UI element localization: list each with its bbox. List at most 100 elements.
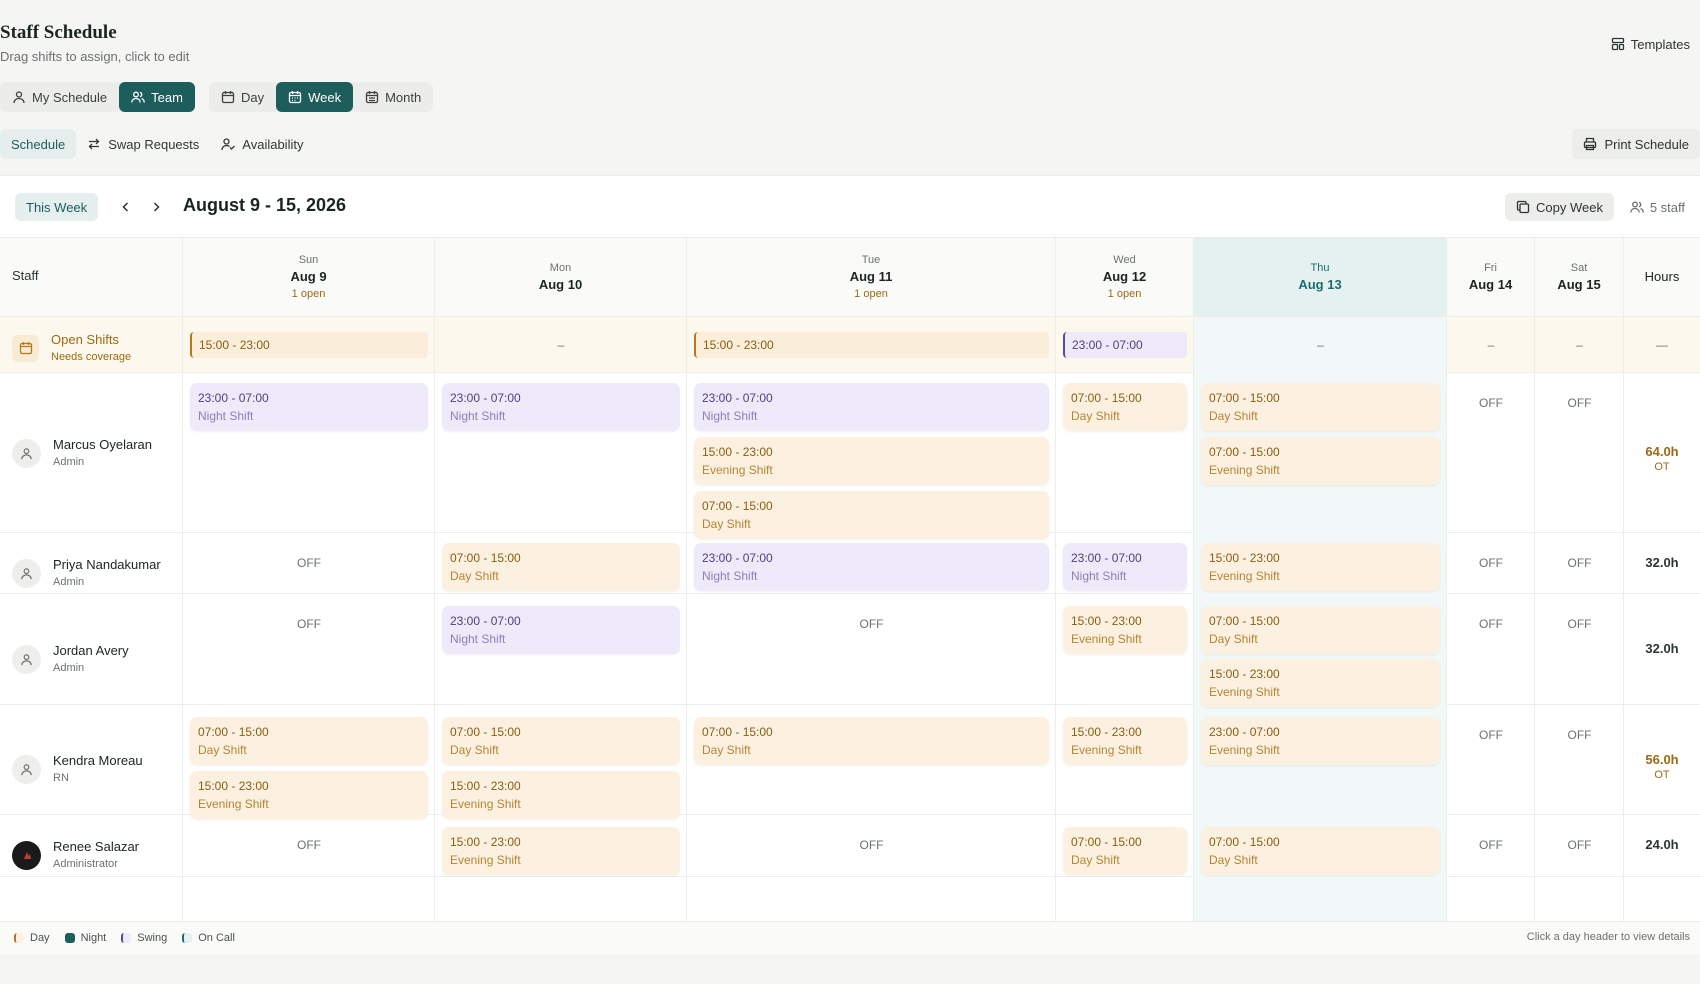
staff-role: Admin	[53, 456, 85, 468]
shift-block[interactable]: 07:00 - 15:00 Day Shift	[442, 717, 680, 765]
tab-swap-requests[interactable]: Swap Requests	[76, 129, 210, 159]
shift-label: Day Shift	[1209, 853, 1258, 867]
day-date: Aug 11	[849, 269, 893, 284]
shift-block[interactable]: 07:00 - 15:00 Day Shift	[694, 717, 1049, 765]
prev-week-button[interactable]	[115, 196, 137, 218]
day-date: Aug 13	[1298, 277, 1342, 292]
staff-member-priya[interactable]: Priya Nandakumar Admin	[12, 556, 161, 590]
day-header-mon[interactable]: Mon Aug 10	[435, 238, 686, 317]
tab-availability[interactable]: Availability	[210, 129, 314, 159]
print-schedule-button[interactable]: Print Schedule	[1572, 129, 1700, 159]
shift-block[interactable]: 15:00 - 23:00 Evening Shift	[1063, 717, 1187, 765]
staff-member-renee[interactable]: Renee Salazar Administrator	[12, 838, 139, 872]
staff-member-jordan[interactable]: Jordan Avery Admin	[12, 642, 129, 676]
open-shift-block[interactable]: 23:00 - 07:00	[1063, 332, 1187, 358]
shift-time: 23:00 - 07:00	[1209, 725, 1280, 739]
open-count: 1 open	[854, 288, 888, 300]
tab-schedule[interactable]: Schedule	[0, 129, 77, 159]
shift-label: Evening Shift	[1209, 743, 1280, 757]
swap-icon	[88, 138, 100, 150]
shift-block[interactable]: 07:00 - 15:00 Day Shift	[1201, 606, 1440, 654]
avatar-icon	[12, 644, 41, 674]
shift-block[interactable]: 23:00 - 07:00 Night Shift	[442, 606, 680, 654]
day-header-sun[interactable]: Sun Aug 9 1 open	[183, 238, 434, 317]
shift-label: Day Shift	[1209, 632, 1258, 646]
shift-time: 07:00 - 15:00	[1209, 445, 1280, 459]
shift-block[interactable]: 23:00 - 07:00 Evening Shift	[1201, 717, 1440, 765]
copy-week-button[interactable]: Copy Week	[1505, 193, 1614, 221]
day-name: Wed	[1113, 254, 1136, 266]
staff-name: Renee Salazar	[53, 839, 139, 854]
hours-value: 56.0h	[1645, 752, 1679, 767]
shift-time: 23:00 - 07:00	[1071, 551, 1142, 565]
shift-block[interactable]: 23:00 - 07:00 Night Shift	[694, 543, 1049, 591]
shift-block[interactable]: 15:00 - 23:00 Evening Shift	[694, 437, 1049, 485]
shift-time: 07:00 - 15:00	[450, 725, 521, 739]
shift-block[interactable]: 15:00 - 23:00 Evening Shift	[442, 771, 680, 819]
shift-time: 07:00 - 15:00	[1071, 391, 1142, 405]
shift-block[interactable]: 07:00 - 15:00 Evening Shift	[1201, 437, 1440, 485]
off-label: OFF	[1567, 728, 1592, 742]
open-shifts-subtitle: Needs coverage	[51, 351, 132, 363]
week-view-button[interactable]: Week	[276, 82, 354, 112]
staff-member-kendra[interactable]: Kendra Moreau RN	[12, 752, 143, 786]
day-header-tue[interactable]: Tue Aug 11 1 open	[687, 238, 1055, 317]
day-header-fri[interactable]: Fri Aug 14	[1447, 238, 1534, 317]
hours-total: 32.0h	[1624, 555, 1700, 570]
shift-block[interactable]: 15:00 - 23:00 Evening Shift	[190, 771, 428, 819]
day-header-sat[interactable]: Sat Aug 15	[1535, 238, 1623, 317]
hours-value: 24.0h	[1645, 837, 1679, 852]
shift-label: Day Shift	[198, 743, 247, 757]
month-view-button[interactable]: Month	[353, 82, 433, 112]
shift-block[interactable]: 07:00 - 15:00 Day Shift	[694, 491, 1049, 539]
shift-time: 15:00 - 23:00	[702, 445, 773, 459]
shift-block[interactable]: 15:00 - 23:00 Evening Shift	[1201, 543, 1440, 591]
day-header-thu[interactable]: Thu Aug 13	[1194, 238, 1446, 317]
day-date: Aug 10	[538, 277, 583, 292]
shift-block[interactable]: 07:00 - 15:00 Day Shift	[1063, 827, 1187, 875]
shift-block[interactable]: 07:00 - 15:00 Day Shift	[1063, 383, 1187, 431]
off-label: OFF	[1479, 556, 1503, 570]
day-header-wed[interactable]: Wed Aug 12 1 open	[1056, 238, 1193, 317]
team-button[interactable]: Team	[119, 82, 195, 112]
next-week-button[interactable]	[145, 196, 167, 218]
shift-block[interactable]: 23:00 - 07:00 Night Shift	[442, 383, 680, 431]
shift-time: 15:00 - 23:00	[1209, 667, 1280, 681]
shift-block[interactable]: 07:00 - 15:00 Day Shift	[442, 543, 680, 591]
chevron-left-icon	[122, 202, 129, 212]
off-label: OFF	[1479, 838, 1503, 852]
shift-block[interactable]: 07:00 - 15:00 Day Shift	[190, 717, 428, 765]
templates-button[interactable]: Templates	[1611, 32, 1690, 56]
shift-block[interactable]: 23:00 - 07:00 Night Shift	[1063, 543, 1187, 591]
legend-oncall: On Call	[182, 932, 235, 944]
page-subtitle: Drag shifts to assign, click to edit	[0, 49, 190, 64]
legend-night: Night	[64, 932, 106, 944]
legend-label: Day	[30, 932, 50, 944]
shift-block[interactable]: 23:00 - 07:00 Night Shift	[694, 383, 1049, 431]
staff-role: Administrator	[53, 858, 118, 870]
shift-block[interactable]: 15:00 - 23:00 Evening Shift	[1201, 659, 1440, 707]
shift-time: 07:00 - 15:00	[1071, 835, 1142, 849]
avatar-photo	[12, 840, 41, 870]
shift-block[interactable]: 23:00 - 07:00 Night Shift	[190, 383, 428, 431]
day-view-button[interactable]: Day	[209, 82, 276, 112]
staff-member-marcus[interactable]: Marcus Oyelaran Admin	[12, 436, 152, 470]
legend-day: Day	[14, 932, 50, 944]
off-label: OFF	[1567, 838, 1592, 852]
hours-total: 24.0h	[1624, 837, 1700, 852]
shift-block[interactable]: 15:00 - 23:00 Evening Shift	[442, 827, 680, 875]
shift-time: 23:00 - 07:00	[702, 391, 773, 405]
open-shift-block[interactable]: 15:00 - 23:00	[190, 332, 428, 358]
shift-block[interactable]: 07:00 - 15:00 Day Shift	[1201, 383, 1440, 431]
this-week-button[interactable]: This Week	[15, 193, 99, 221]
tab-swap-label: Swap Requests	[108, 136, 200, 152]
off-label: OFF	[859, 617, 884, 631]
my-schedule-button[interactable]: My Schedule	[0, 82, 119, 112]
schedule-card: This Week August 9 - 15, 2026 Copy Week …	[0, 175, 1700, 954]
off-label: OFF	[297, 556, 321, 570]
shift-block[interactable]: 07:00 - 15:00 Day Shift	[1201, 827, 1440, 875]
open-shift-block[interactable]: 15:00 - 23:00	[694, 332, 1049, 358]
day-column-mon: Mon Aug 10 – 23:00 - 07:00 Night Shift 07…	[435, 238, 687, 921]
shift-block[interactable]: 15:00 - 23:00 Evening Shift	[1063, 606, 1187, 654]
staff-column-header: Staff	[0, 238, 182, 317]
